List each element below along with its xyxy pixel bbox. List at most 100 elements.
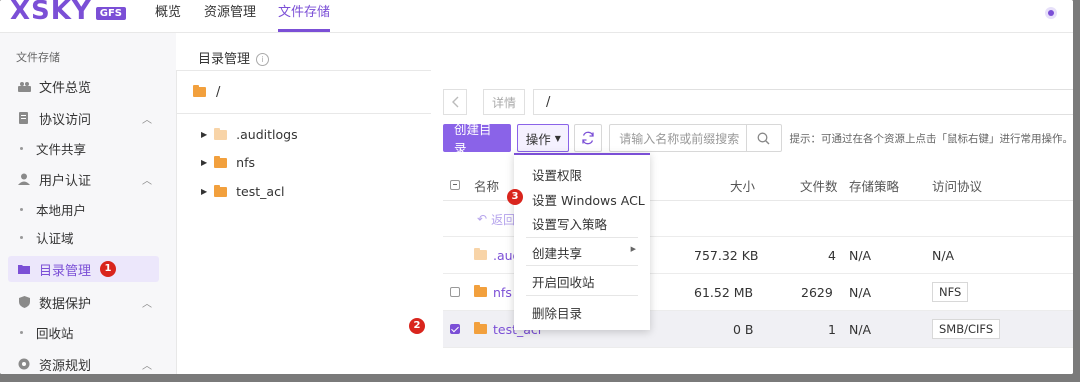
sidebar-item-label: 目录管理	[39, 263, 92, 279]
bullet-icon	[20, 147, 23, 150]
sidebar: 文件存储 文件总览 协议访问 ︿ 文件共享 用户认证 ︿ 本地用户 认证域 目录…	[0, 33, 176, 374]
nav-tab-resources[interactable]: 资源管理	[204, 0, 256, 32]
folder-icon	[214, 155, 228, 168]
nav-tab-file-storage[interactable]: 文件存储	[278, 0, 331, 32]
folder-icon	[474, 248, 487, 260]
menu-item-set-permissions[interactable]: 设置权限	[532, 165, 582, 184]
row-files: 2629	[801, 284, 833, 300]
folder-icon	[474, 285, 487, 297]
folder-icon	[214, 127, 228, 140]
operations-menu: 设置权限 设置 Windows ACL 设置写入策略 创建共享 ▶ 开启回收站 …	[514, 153, 650, 330]
row-name-link[interactable]: nfs	[493, 285, 512, 300]
sidebar-subitem-label: 回收站	[36, 326, 74, 341]
chevron-up-icon[interactable]: ︿	[142, 295, 152, 310]
path-field[interactable]: /	[533, 89, 1073, 115]
toolbar: 创建目录 操作 ▼ 请输入名称或前缀搜索 提示：可通过在各个资源上点击「鼠标右键…	[443, 122, 1073, 156]
info-icon[interactable]: i	[256, 53, 270, 66]
menu-item-create-share[interactable]: 创建共享	[532, 243, 582, 262]
folder-icon	[17, 262, 31, 276]
folder-icon	[214, 184, 228, 197]
sidebar-section-title: 文件存储	[16, 51, 60, 64]
search-button[interactable]	[745, 125, 781, 151]
row-policy: N/A	[849, 284, 872, 300]
step-badge-1: 1	[100, 261, 117, 277]
row-checkbox[interactable]	[450, 324, 460, 334]
shield-icon	[17, 295, 31, 309]
column-policy[interactable]: 存储策略	[849, 176, 899, 195]
sidebar-item-resource-planning[interactable]: 资源规划 ︿	[0, 351, 162, 374]
menu-divider	[526, 295, 638, 296]
nav-tab-overview[interactable]: 概览	[155, 0, 181, 32]
chevron-up-icon[interactable]: ︿	[142, 357, 152, 372]
chevron-up-icon[interactable]: ︿	[142, 111, 152, 126]
tree-node-test-acl[interactable]: ▶ test_acl	[201, 184, 284, 199]
row-size: 0 B	[733, 321, 754, 337]
menu-item-set-write-policy[interactable]: 设置写入策略	[532, 214, 607, 233]
column-size[interactable]: 大小	[730, 176, 755, 195]
brand-name: XSKY	[10, 0, 92, 26]
chevron-left-icon	[451, 96, 458, 108]
column-protocol[interactable]: 访问协议	[932, 176, 982, 195]
directory-tree: / ▶ .auditlogs ▶ nfs ▶ test_acl	[176, 70, 432, 374]
brand-suffix: GFS	[95, 6, 126, 20]
search-icon	[757, 132, 770, 144]
sidebar-item-label: 资源规划	[39, 358, 92, 374]
sidebar-subitem-label: 文件共享	[36, 142, 87, 157]
sidebar-item-file-overview[interactable]: 文件总览	[0, 73, 162, 99]
column-name[interactable]: 名称	[474, 176, 499, 195]
row-size: 757.32 KB	[694, 247, 759, 263]
brand-logo[interactable]: XSKY GFS	[10, 0, 126, 32]
row-name[interactable]: nfs	[474, 274, 512, 310]
caret-right-icon: ▶	[630, 245, 636, 253]
row-protocol-cell: SMB/CIFS	[932, 311, 1001, 347]
sidebar-subitem-file-share[interactable]: 文件共享	[20, 139, 86, 158]
operations-dropdown-button[interactable]: 操作 ▼	[517, 124, 570, 152]
tree-node-label: test_acl	[236, 184, 285, 199]
sidebar-item-directory-management[interactable]: 目录管理 1	[8, 256, 159, 282]
return-link[interactable]: ↶ 返回	[477, 201, 515, 237]
sidebar-item-data-protection[interactable]: 数据保护 ︿	[0, 289, 162, 315]
sidebar-item-protocol-access[interactable]: 协议访问 ︿	[0, 105, 162, 131]
tree-node-nfs[interactable]: ▶ nfs	[201, 155, 255, 170]
caret-right-icon[interactable]: ▶	[201, 158, 207, 167]
caret-right-icon[interactable]: ▶	[201, 187, 207, 196]
row-checkbox-cell	[450, 274, 460, 310]
row-policy: N/A	[849, 247, 872, 263]
row-files: 1	[828, 321, 836, 337]
tree-node-label: nfs	[236, 155, 255, 170]
sidebar-subitem-recycle-bin[interactable]: 回收站	[20, 323, 74, 342]
search-input[interactable]: 请输入名称或前缀搜索	[610, 130, 745, 147]
refresh-icon	[582, 131, 594, 145]
sidebar-item-label: 协议访问	[39, 112, 92, 128]
tree-root[interactable]: /	[177, 71, 431, 114]
document-icon	[17, 111, 31, 125]
menu-item-enable-recycle-bin[interactable]: 开启回收站	[532, 272, 595, 291]
page-title: 目录管理 i	[198, 48, 270, 67]
folder-icon	[474, 322, 487, 334]
column-files[interactable]: 文件数	[800, 176, 838, 195]
sidebar-item-user-auth[interactable]: 用户认证 ︿	[0, 166, 162, 192]
create-directory-button[interactable]: 创建目录	[443, 122, 512, 156]
sidebar-subitem-local-users[interactable]: 本地用户	[20, 200, 86, 219]
chevron-up-icon[interactable]: ︿	[142, 172, 152, 187]
sidebar-subitem-label: 本地用户	[36, 203, 87, 218]
row-checkbox[interactable]	[450, 287, 460, 297]
back-button[interactable]	[443, 89, 467, 115]
folder-icon	[193, 85, 206, 97]
user-icon	[17, 172, 31, 186]
row-policy: N/A	[849, 321, 872, 337]
detail-button[interactable]: 详情	[483, 89, 526, 115]
tree-node-auditlogs[interactable]: ▶ .auditlogs	[201, 127, 298, 142]
caret-down-icon: ▼	[554, 133, 561, 143]
sidebar-subitem-auth-domain[interactable]: 认证域	[20, 228, 74, 247]
user-avatar-icon[interactable]	[1045, 7, 1057, 19]
refresh-button[interactable]	[574, 124, 603, 152]
menu-item-set-windows-acl[interactable]: 设置 Windows ACL	[532, 190, 645, 209]
select-all-checkbox[interactable]	[450, 180, 460, 190]
caret-right-icon[interactable]: ▶	[201, 130, 207, 139]
path-bar: 详情 /	[443, 88, 1073, 116]
row-checkbox-cell	[450, 311, 460, 347]
page-title-text: 目录管理	[198, 52, 251, 67]
menu-item-delete-directory[interactable]: 删除目录	[532, 303, 582, 322]
search-box[interactable]: 请输入名称或前缀搜索	[609, 124, 782, 152]
